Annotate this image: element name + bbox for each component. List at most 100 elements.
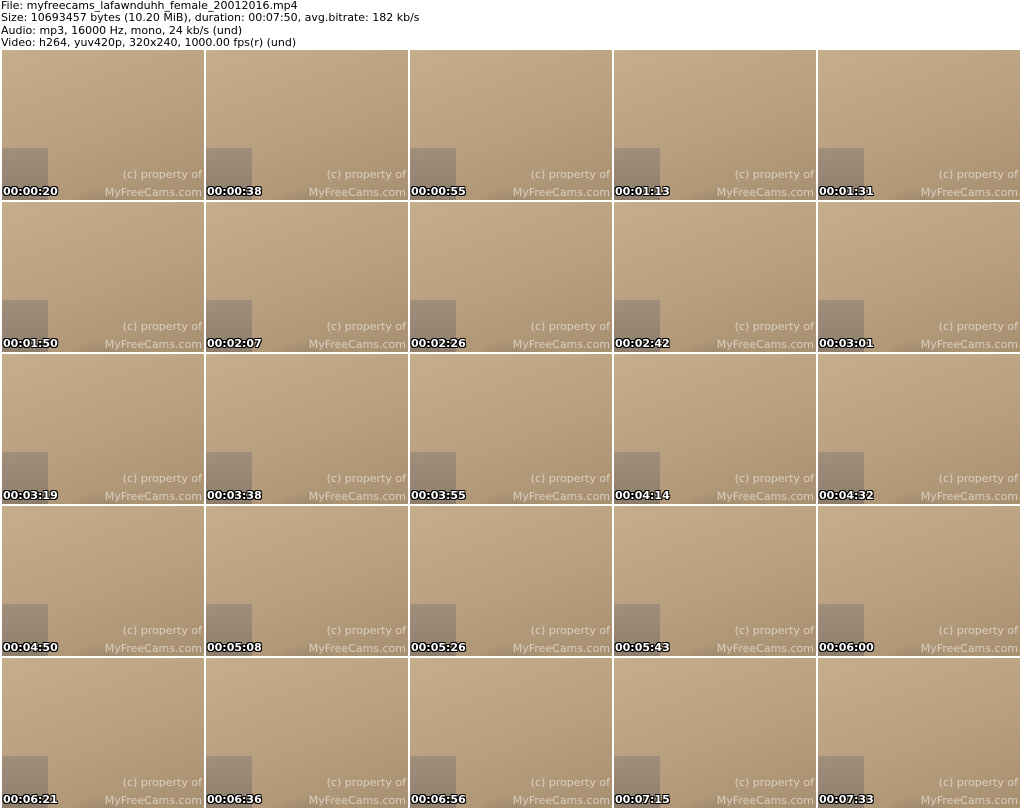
frame-timestamp: 00:06:56 [411, 793, 466, 806]
video-frame-thumbnail: (c) property of MyFreeCams.com 00:05:43 [614, 506, 816, 656]
video-frame-thumbnail: (c) property of MyFreeCams.com 00:04:32 [818, 354, 1020, 504]
watermark-line-1: (c) property of [938, 168, 1018, 181]
watermark-line-1: (c) property of [938, 472, 1018, 485]
frame-timestamp: 00:02:26 [411, 337, 466, 350]
frame-timestamp: 00:00:55 [411, 185, 466, 198]
video-frame-thumbnail: (c) property of MyFreeCams.com 00:00:55 [410, 50, 612, 200]
watermark-line-2: MyFreeCams.com [308, 186, 406, 199]
watermark-line-1: (c) property of [530, 320, 610, 333]
frame-timestamp: 00:05:08 [207, 641, 262, 654]
frame-timestamp: 00:01:31 [819, 185, 874, 198]
video-frame-thumbnail: (c) property of MyFreeCams.com 00:03:19 [2, 354, 204, 504]
watermark-line-2: MyFreeCams.com [104, 490, 202, 503]
frame-timestamp: 00:01:50 [3, 337, 58, 350]
watermark-line-1: (c) property of [122, 320, 202, 333]
watermark-line-1: (c) property of [938, 624, 1018, 637]
video-frame-thumbnail: (c) property of MyFreeCams.com 00:03:55 [410, 354, 612, 504]
watermark-line-2: MyFreeCams.com [512, 338, 610, 351]
watermark-line-1: (c) property of [326, 776, 406, 789]
watermark-line-1: (c) property of [530, 624, 610, 637]
watermark-line-2: MyFreeCams.com [512, 794, 610, 807]
video-frame-thumbnail: (c) property of MyFreeCams.com 00:03:01 [818, 202, 1020, 352]
file-info-header: File: myfreecams_lafawnduhh_female_20012… [0, 0, 1024, 50]
frame-timestamp: 00:07:33 [819, 793, 874, 806]
video-frame-thumbnail: (c) property of MyFreeCams.com 00:07:15 [614, 658, 816, 808]
watermark-line-1: (c) property of [326, 168, 406, 181]
frame-timestamp: 00:06:00 [819, 641, 874, 654]
frame-timestamp: 00:02:42 [615, 337, 670, 350]
watermark-line-2: MyFreeCams.com [920, 186, 1018, 199]
frame-timestamp: 00:02:07 [207, 337, 262, 350]
video-frame-thumbnail: (c) property of MyFreeCams.com 00:02:26 [410, 202, 612, 352]
frame-timestamp: 00:07:15 [615, 793, 670, 806]
video-frame-thumbnail: (c) property of MyFreeCams.com 00:03:38 [206, 354, 408, 504]
watermark-line-1: (c) property of [122, 168, 202, 181]
watermark-line-2: MyFreeCams.com [716, 338, 814, 351]
frame-timestamp: 00:04:14 [615, 489, 670, 502]
watermark-line-1: (c) property of [734, 168, 814, 181]
video-frame-thumbnail: (c) property of MyFreeCams.com 00:05:08 [206, 506, 408, 656]
frame-timestamp: 00:00:20 [3, 185, 58, 198]
watermark-line-1: (c) property of [122, 472, 202, 485]
video-frame-thumbnail: (c) property of MyFreeCams.com 00:01:50 [2, 202, 204, 352]
watermark-line-2: MyFreeCams.com [920, 794, 1018, 807]
watermark-line-1: (c) property of [326, 320, 406, 333]
video-frame-thumbnail: (c) property of MyFreeCams.com 00:06:36 [206, 658, 408, 808]
watermark-line-2: MyFreeCams.com [104, 642, 202, 655]
frame-timestamp: 00:04:32 [819, 489, 874, 502]
watermark-line-2: MyFreeCams.com [308, 794, 406, 807]
video-frame-thumbnail: (c) property of MyFreeCams.com 00:04:14 [614, 354, 816, 504]
watermark-line-1: (c) property of [734, 624, 814, 637]
frame-timestamp: 00:00:38 [207, 185, 262, 198]
watermark-line-2: MyFreeCams.com [512, 642, 610, 655]
watermark-line-1: (c) property of [530, 472, 610, 485]
watermark-line-2: MyFreeCams.com [104, 186, 202, 199]
watermark-line-2: MyFreeCams.com [308, 490, 406, 503]
frame-timestamp: 00:05:26 [411, 641, 466, 654]
watermark-line-2: MyFreeCams.com [104, 794, 202, 807]
thumbnail-grid: (c) property of MyFreeCams.com 00:00:20 (c)… [2, 50, 1020, 808]
watermark-line-2: MyFreeCams.com [716, 794, 814, 807]
video-frame-thumbnail: (c) property of MyFreeCams.com 00:04:50 [2, 506, 204, 656]
watermark-line-1: (c) property of [326, 472, 406, 485]
frame-timestamp: 00:03:38 [207, 489, 262, 502]
watermark-line-2: MyFreeCams.com [512, 490, 610, 503]
watermark-line-1: (c) property of [530, 776, 610, 789]
video-frame-thumbnail: (c) property of MyFreeCams.com 00:02:42 [614, 202, 816, 352]
video-frame-thumbnail: (c) property of MyFreeCams.com 00:05:26 [410, 506, 612, 656]
watermark-line-1: (c) property of [938, 320, 1018, 333]
watermark-line-2: MyFreeCams.com [920, 490, 1018, 503]
watermark-line-2: MyFreeCams.com [716, 490, 814, 503]
watermark-line-2: MyFreeCams.com [308, 642, 406, 655]
frame-timestamp: 00:03:19 [3, 489, 58, 502]
watermark-line-2: MyFreeCams.com [716, 642, 814, 655]
watermark-line-1: (c) property of [734, 472, 814, 485]
frame-timestamp: 00:03:01 [819, 337, 874, 350]
frame-timestamp: 00:06:21 [3, 793, 58, 806]
video-frame-thumbnail: (c) property of MyFreeCams.com 00:02:07 [206, 202, 408, 352]
video-frame-thumbnail: (c) property of MyFreeCams.com 00:00:38 [206, 50, 408, 200]
video-frame-thumbnail: (c) property of MyFreeCams.com 00:01:13 [614, 50, 816, 200]
frame-timestamp: 00:03:55 [411, 489, 466, 502]
video-frame-thumbnail: (c) property of MyFreeCams.com 00:06:00 [818, 506, 1020, 656]
frame-timestamp: 00:05:43 [615, 641, 670, 654]
watermark-line-1: (c) property of [734, 320, 814, 333]
watermark-line-1: (c) property of [122, 776, 202, 789]
watermark-line-2: MyFreeCams.com [308, 338, 406, 351]
watermark-line-1: (c) property of [938, 776, 1018, 789]
watermark-line-2: MyFreeCams.com [920, 338, 1018, 351]
video-frame-thumbnail: (c) property of MyFreeCams.com 00:06:56 [410, 658, 612, 808]
video-frame-thumbnail: (c) property of MyFreeCams.com 00:01:31 [818, 50, 1020, 200]
watermark-line-1: (c) property of [734, 776, 814, 789]
frame-timestamp: 00:04:50 [3, 641, 58, 654]
video-info-line: Video: h264, yuv420p, 320x240, 1000.00 f… [1, 35, 297, 49]
video-frame-thumbnail: (c) property of MyFreeCams.com 00:07:33 [818, 658, 1020, 808]
video-frame-thumbnail: (c) property of MyFreeCams.com 00:00:20 [2, 50, 204, 200]
watermark-line-2: MyFreeCams.com [716, 186, 814, 199]
watermark-line-1: (c) property of [326, 624, 406, 637]
watermark-line-1: (c) property of [122, 624, 202, 637]
watermark-line-2: MyFreeCams.com [512, 186, 610, 199]
video-frame-thumbnail: (c) property of MyFreeCams.com 00:06:21 [2, 658, 204, 808]
file-size-line: Size: 10693457 bytes (10.20 MiB), durati… [1, 11, 420, 25]
frame-timestamp: 00:06:36 [207, 793, 262, 806]
